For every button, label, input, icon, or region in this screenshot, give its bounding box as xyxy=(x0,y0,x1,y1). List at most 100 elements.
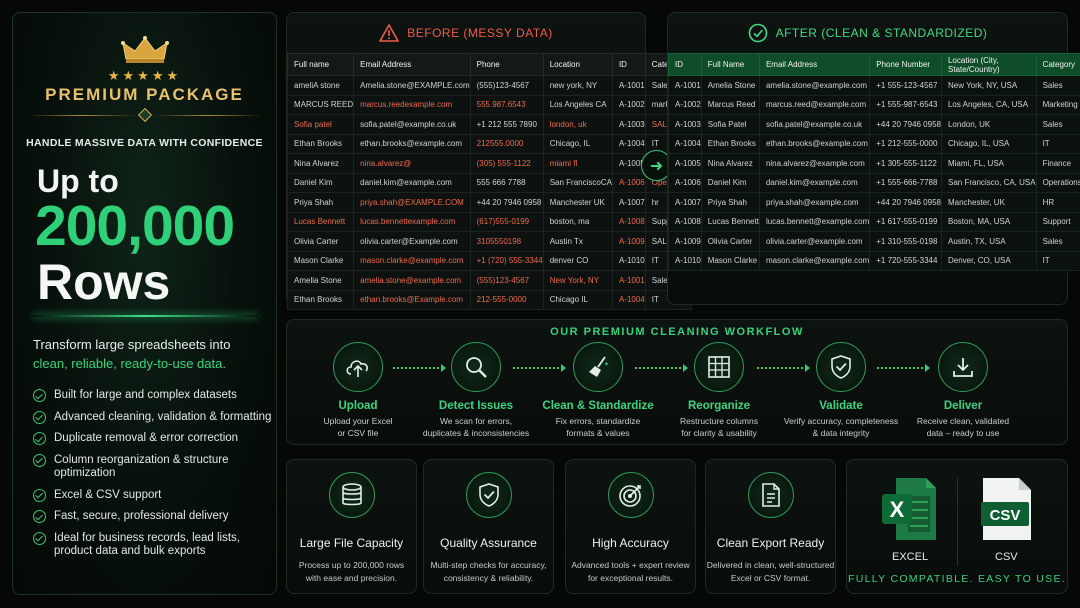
step-desc: Fix errors, standardize formats & values xyxy=(555,416,641,438)
csv-label: CSV xyxy=(995,551,1018,563)
step-name: Clean & Standardize xyxy=(542,400,654,412)
table-cell: Sofia patel xyxy=(286,114,355,135)
card-title: Quality Assurance xyxy=(440,536,537,550)
feature-text: Ideal for business records, lead lists, … xyxy=(54,531,241,558)
column-header: ID xyxy=(611,53,646,76)
table-cell: London, UK xyxy=(940,114,1037,135)
table-row: A-1010 Mason Clarke mason.clarke@example.c… xyxy=(668,250,1080,271)
table-cell: Chicago, IL xyxy=(542,133,613,154)
table-cell: New York, NY xyxy=(542,270,613,291)
table-cell: Olivia Carter xyxy=(286,231,355,252)
table-row: Mason Clarke mason.clarke@example.com +1 (… xyxy=(286,250,692,271)
card-desc: Advanced tools + expert review for except… xyxy=(571,560,690,583)
magnifier-icon xyxy=(451,342,501,392)
feature-text: Column reorganization & structure optimi… xyxy=(54,453,229,480)
table-cell: 3105550198 xyxy=(469,231,544,252)
table-cell: daniel.kim@example.com xyxy=(758,172,871,193)
table-cell: Daniel Kim xyxy=(286,172,355,193)
table-cell: olivia.carter@Example.com xyxy=(353,231,471,252)
table-cell: mason.clarke@example.com xyxy=(353,250,471,271)
table-cell: Nina Alvarez xyxy=(286,153,355,174)
feature-item: Duplicate removal & error correction xyxy=(33,432,281,446)
warning-icon xyxy=(379,24,400,42)
feature-text: Duplicate removal & error correction xyxy=(54,432,239,444)
table-cell: Nina Alvarez xyxy=(700,153,760,174)
table-cell: A-1004 xyxy=(611,289,646,310)
cloud-upload-icon xyxy=(333,342,383,392)
table-cell: IT xyxy=(1035,133,1080,154)
table-cell: San FranciscoCA xyxy=(542,172,613,193)
table-row: A-1003 Sofia Patel sofia.patel@example.co.… xyxy=(668,114,1080,135)
step-desc: Receive clean, validated data – ready to … xyxy=(916,416,1010,438)
table-cell: Olivia Carter xyxy=(700,231,760,252)
formats-footer: FULLY COMPATIBLE. EASY TO USE. xyxy=(848,573,1066,585)
table-cell: A-1007 xyxy=(611,192,646,213)
table-cell: ameliA stone xyxy=(286,75,355,96)
broom-icon: ✦ xyxy=(573,342,623,392)
table-cell: marcus.reedexample.com xyxy=(353,94,471,115)
table-cell: Mason Clarke xyxy=(286,250,355,271)
table-cell: nina.alvarez@ xyxy=(353,153,471,174)
workflow-step-validate: Validate Verify accuracy, completeness & … xyxy=(776,342,906,439)
svg-text:✦: ✦ xyxy=(604,361,609,368)
table-cell: +44 20 7946 0958 xyxy=(869,192,942,213)
table-row: Amelia Stone amelia.stone@example.com (555… xyxy=(286,270,692,291)
step-name: Detect Issues xyxy=(438,400,514,412)
table-cell: A-1001 xyxy=(611,270,646,291)
transform-line-1: Transform large spreadsheets into xyxy=(33,337,231,352)
divider xyxy=(957,478,958,566)
check-circle-icon xyxy=(33,531,46,545)
table-row: Ethan Brooks ethan.brooks@Example.com 212-… xyxy=(286,289,692,310)
table-cell: Amelia.stone@EXAMPLE.com xyxy=(353,75,471,96)
table-row: Sofia patel sofia.patel@example.co.uk +1 2… xyxy=(286,114,692,135)
before-title: BEFORE (MESSY DATA) xyxy=(287,13,645,53)
feature-item: Column reorganization & structure optimi… xyxy=(33,453,281,481)
column-header: Phone Number xyxy=(869,53,942,76)
table-cell: daniel.kim@example.com xyxy=(353,172,471,193)
workflow-title: OUR PREMIUM CLEANING WORKFLOW xyxy=(550,326,804,338)
table-cell: new york, NY xyxy=(542,75,613,96)
table-cell: Manchester UK xyxy=(542,192,613,213)
table-cell: Mason Clarke xyxy=(700,250,760,271)
before-table-panel: BEFORE (MESSY DATA) Full name Email Addre… xyxy=(286,12,692,310)
table-cell: olivia.carter@example.com xyxy=(758,231,871,252)
feature-item: Fast, secure, professional delivery xyxy=(33,510,281,524)
table-cell: +1 212-555-0000 xyxy=(869,133,942,154)
table-row: A-1001 Amelia Stone amelia.stone@example.c… xyxy=(668,75,1080,96)
table-cell: Manchester, UK xyxy=(940,192,1037,213)
table-row: A-1005 Nina Alvarez nina.alvarez@example.c… xyxy=(668,153,1080,174)
table-cell: +1 555-666-7788 xyxy=(869,172,942,193)
table-cell: +1 310-555-0198 xyxy=(869,231,942,252)
check-circle-icon xyxy=(748,23,767,43)
table-cell: San Francisco, CA, USA xyxy=(940,172,1037,193)
table-cell: Marketing xyxy=(1035,94,1080,115)
table-row: Priya Shah priya.shah@EXAMPLE.COM +44 20 7… xyxy=(286,192,692,213)
table-cell: Los Angeles, CA, USA xyxy=(940,94,1037,115)
card-accuracy: High Accuracy Advanced tools + expert re… xyxy=(565,459,696,594)
step-name: Deliver xyxy=(943,400,983,412)
table-cell: A-1008 xyxy=(611,211,646,232)
table-cell: priya.shah@EXAMPLE.COM xyxy=(353,192,471,213)
target-icon xyxy=(607,472,654,518)
table-row: A-1007 Priya Shah priya.shah@example.com +4… xyxy=(668,192,1080,213)
table-cell: miami fl xyxy=(542,153,613,174)
table-cell: +1 617-555-0199 xyxy=(869,211,942,232)
check-circle-icon xyxy=(33,488,46,502)
table-cell: A-1002 xyxy=(668,94,702,115)
table-cell: Support xyxy=(1035,211,1080,232)
card-desc: Process up to 200,000 rows with ease and … xyxy=(298,560,405,583)
table-cell: A-1002 xyxy=(611,94,646,115)
table-row: Lucas Bennett lucas.bennettexample.com (61… xyxy=(286,211,692,232)
grid-icon xyxy=(694,342,744,392)
card-desc: Delivered in clean, well-structured Excel… xyxy=(706,560,835,583)
table-cell: Amelia Stone xyxy=(286,270,355,291)
table-cell: mason.clarke@example.com xyxy=(758,250,871,271)
table-row: Nina Alvarez nina.alvarez@ (305) 555-1122 m… xyxy=(286,153,692,174)
after-table-panel: AFTER (CLEAN & STANDARDIZED) ID Full Name… xyxy=(667,12,1080,305)
diamond-icon xyxy=(137,107,153,123)
table-cell: Lucas Bennett xyxy=(286,211,355,232)
download-icon xyxy=(938,342,988,392)
card-title: High Accuracy xyxy=(592,536,669,550)
column-header: Location (City, State/Country) xyxy=(940,53,1037,76)
table-cell: amelia.stone@example.com xyxy=(758,75,871,96)
